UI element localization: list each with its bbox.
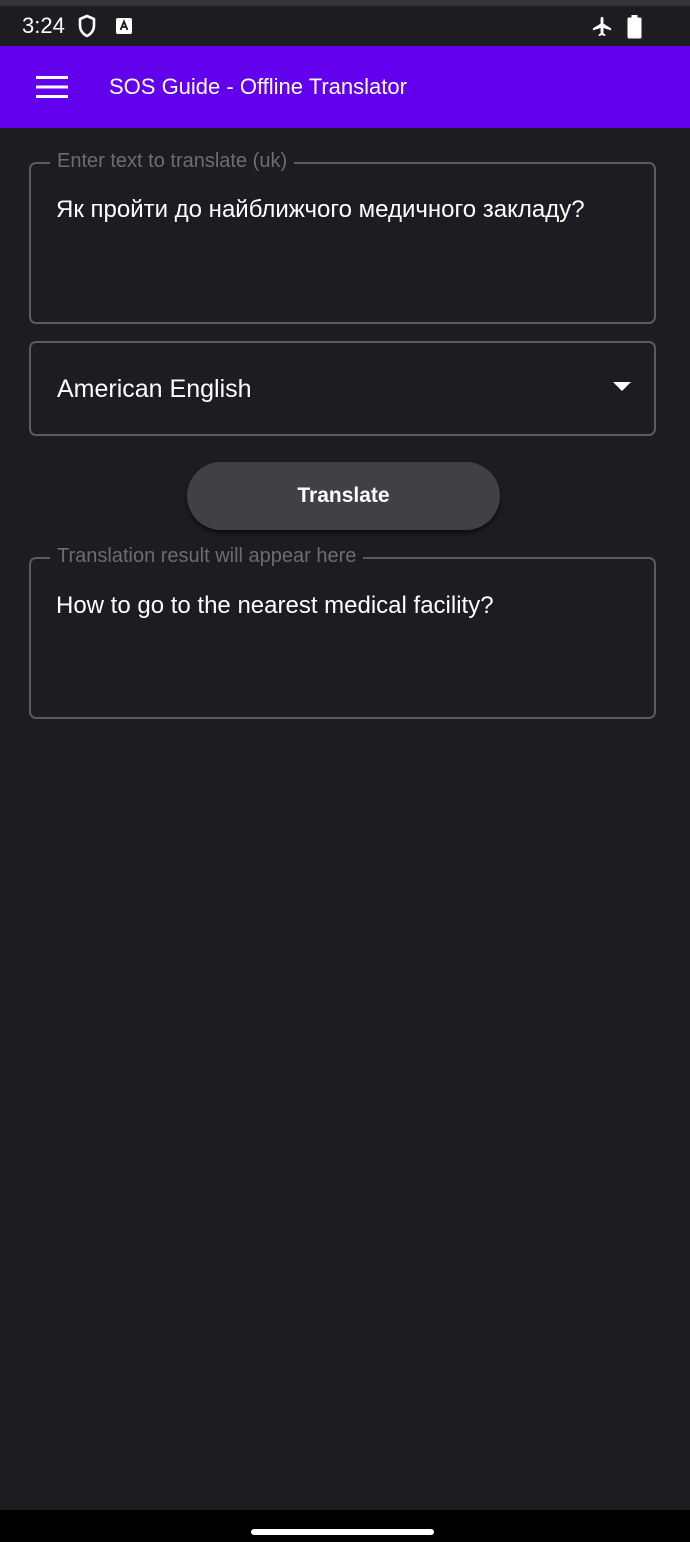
dropdown-arrow-icon: [613, 382, 631, 391]
battery-icon: [627, 15, 642, 39]
source-text-value: Як пройти до найближчого медичного закла…: [56, 196, 585, 223]
accessibility-a-icon: [116, 18, 132, 34]
source-text-field[interactable]: Enter text to translate (uk) Як пройти д…: [29, 149, 656, 324]
status-time: 3:24: [22, 13, 65, 38]
menu-button[interactable]: [20, 62, 84, 112]
selected-language: American English: [57, 375, 252, 403]
language-select[interactable]: American English: [29, 341, 656, 436]
translate-button[interactable]: Translate: [187, 462, 500, 530]
home-gesture-handle[interactable]: [251, 1529, 434, 1535]
gesture-navigation-bar: [0, 1510, 690, 1542]
translation-result-value: How to go to the nearest medical facilit…: [56, 592, 494, 619]
shield-icon: [78, 14, 96, 38]
app-bar: SOS Guide - Offline Translator: [0, 46, 690, 128]
translator-screen: 3:24 SOS Guide - Offline Translator Ente…: [0, 0, 690, 1542]
airplane-icon: [592, 16, 612, 37]
app-title: SOS Guide - Offline Translator: [109, 74, 407, 99]
status-bar: 3:24: [0, 6, 690, 46]
hamburger-menu-icon: [36, 76, 68, 98]
translation-result-label: Translation result will appear here: [50, 544, 364, 568]
translation-result-field: Translation result will appear here How …: [29, 544, 656, 719]
source-text-label: Enter text to translate (uk): [50, 149, 295, 173]
